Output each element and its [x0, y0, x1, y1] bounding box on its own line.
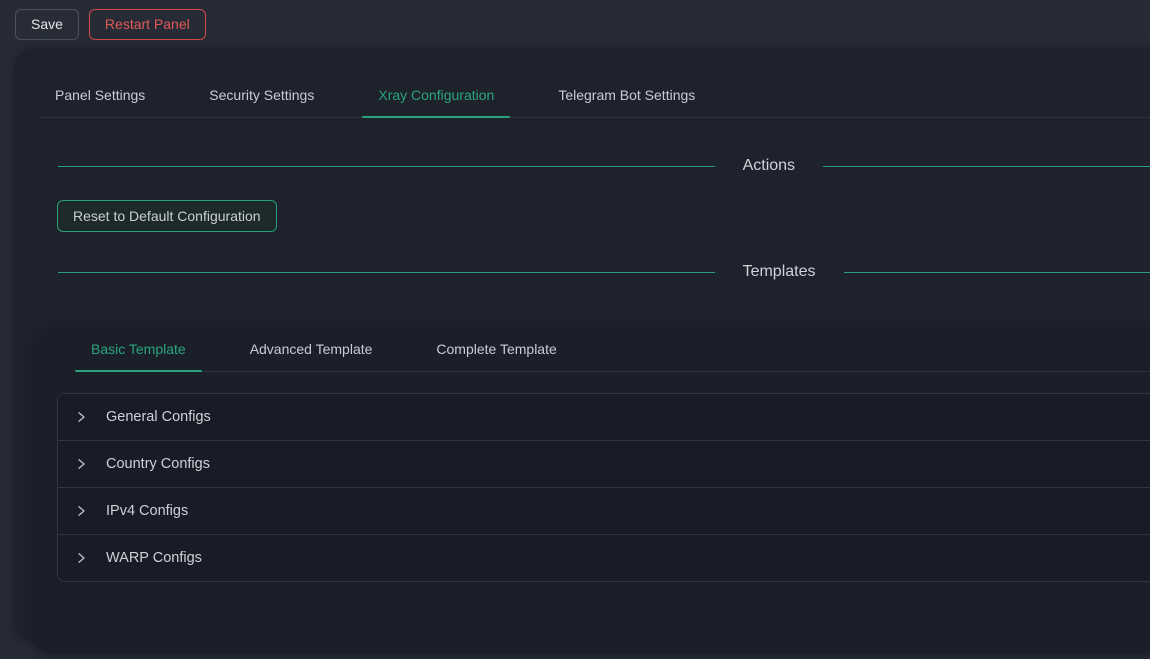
- collapse-item-general-configs: General Configs: [58, 394, 1150, 440]
- collapse-item-warp-configs: WARP Configs: [58, 534, 1150, 581]
- actions-divider: Actions: [58, 157, 1150, 175]
- tab-complete-template[interactable]: Complete Template: [420, 329, 572, 371]
- chevron-right-icon: [75, 411, 87, 423]
- collapse-item-label: WARP Configs: [106, 550, 202, 566]
- templates-divider: Templates: [58, 263, 1150, 281]
- save-button[interactable]: Save: [15, 9, 79, 40]
- divider-line: [58, 272, 715, 273]
- general-configs-header[interactable]: General Configs: [58, 394, 1150, 440]
- actions-section-title: Actions: [715, 157, 823, 175]
- reset-default-config-button[interactable]: Reset to Default Configuration: [57, 200, 277, 232]
- collapse-item-label: Country Configs: [106, 456, 210, 472]
- tab-advanced-template[interactable]: Advanced Template: [234, 329, 389, 371]
- ipv4-configs-header[interactable]: IPv4 Configs: [58, 488, 1150, 534]
- tab-basic-template[interactable]: Basic Template: [75, 329, 202, 371]
- restart-panel-button[interactable]: Restart Panel: [89, 9, 206, 40]
- divider-line: [823, 166, 1150, 167]
- templates-card: Basic Template Advanced Template Complet…: [36, 329, 1150, 654]
- settings-card: Panel Settings Security Settings Xray Co…: [14, 48, 1150, 642]
- tab-telegram-bot-settings[interactable]: Telegram Bot Settings: [542, 75, 711, 117]
- tab-xray-configuration[interactable]: Xray Configuration: [362, 75, 510, 117]
- divider-line: [58, 166, 715, 167]
- collapse-item-country-configs: Country Configs: [58, 440, 1150, 487]
- templates-section-title: Templates: [715, 263, 844, 281]
- collapse-item-label: General Configs: [106, 409, 211, 425]
- country-configs-header[interactable]: Country Configs: [58, 441, 1150, 487]
- template-tabs: Basic Template Advanced Template Complet…: [75, 329, 1150, 372]
- divider-line: [844, 272, 1150, 273]
- config-collapse-list: General Configs Country Configs IPv4 Con…: [57, 393, 1150, 582]
- collapse-item-ipv4-configs: IPv4 Configs: [58, 487, 1150, 534]
- chevron-right-icon: [75, 458, 87, 470]
- chevron-right-icon: [75, 505, 87, 517]
- chevron-right-icon: [75, 552, 87, 564]
- tab-security-settings[interactable]: Security Settings: [193, 75, 330, 117]
- tab-panel-settings[interactable]: Panel Settings: [39, 75, 161, 117]
- collapse-item-label: IPv4 Configs: [106, 503, 188, 519]
- top-toolbar: Save Restart Panel: [0, 0, 1150, 48]
- settings-tabs: Panel Settings Security Settings Xray Co…: [39, 75, 1150, 118]
- warp-configs-header[interactable]: WARP Configs: [58, 535, 1150, 581]
